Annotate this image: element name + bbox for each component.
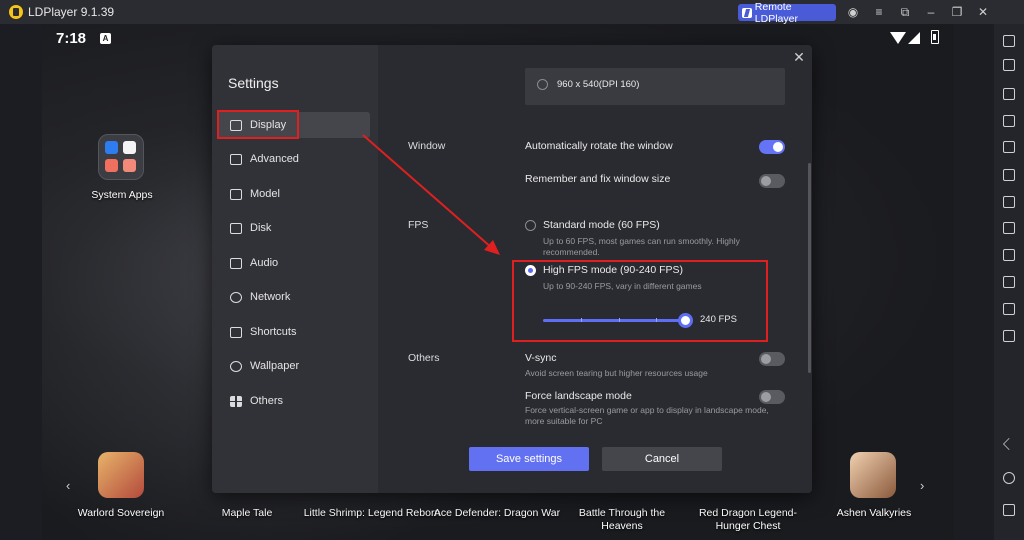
annotation-arrow-icon <box>362 134 500 255</box>
